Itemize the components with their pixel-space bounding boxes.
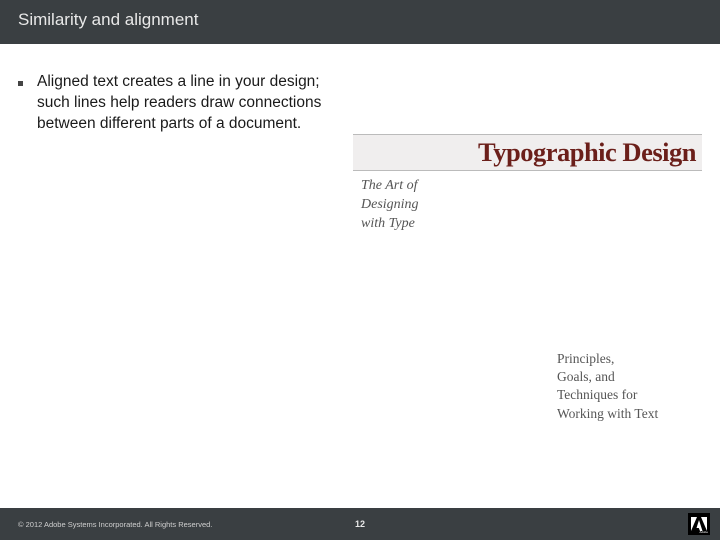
example-subtitle-line: with Type xyxy=(361,216,415,231)
example-title-block: Typographic Design xyxy=(353,134,702,171)
principles-line: Techniques for xyxy=(557,387,637,402)
principles-line: Principles, xyxy=(557,351,614,366)
page-number: 12 xyxy=(355,519,365,529)
bullet-text: Aligned text creates a line in your desi… xyxy=(37,72,343,135)
slide-footer: © 2012 Adobe Systems Incorporated. All R… xyxy=(0,508,720,540)
copyright-text: © 2012 Adobe Systems Incorporated. All R… xyxy=(0,520,688,529)
adobe-logo-label: Adobe xyxy=(699,530,708,534)
slide-header: Similarity and alignment xyxy=(0,0,720,44)
principles-text: Principles, Goals, and Techniques for Wo… xyxy=(557,350,702,423)
example-subtitle-line: Designing xyxy=(361,197,419,212)
example-subtitle: The Art of Designing with Type xyxy=(361,177,702,234)
example-column: Typographic Design The Art of Designing … xyxy=(353,72,702,234)
principles-block: Principles, Goals, and Techniques for Wo… xyxy=(557,350,702,423)
bullet-item: Aligned text creates a line in your desi… xyxy=(18,72,343,135)
adobe-logo-icon: Adobe xyxy=(688,513,710,535)
slide-title: Similarity and alignment xyxy=(18,10,198,29)
example-heading: Typographic Design xyxy=(361,137,696,168)
text-column: Aligned text creates a line in your desi… xyxy=(18,72,353,234)
slide-content: Aligned text creates a line in your desi… xyxy=(0,44,720,234)
principles-line: Goals, and xyxy=(557,369,615,384)
example-subtitle-line: The Art of xyxy=(361,178,418,193)
bullet-marker xyxy=(18,81,23,86)
principles-line: Working with Text xyxy=(557,406,658,421)
